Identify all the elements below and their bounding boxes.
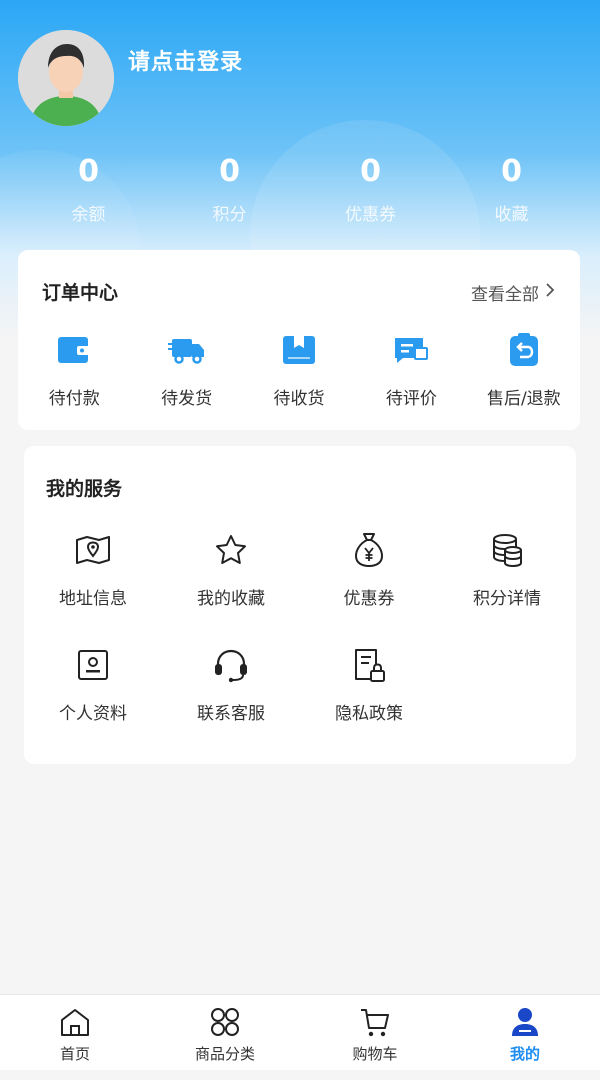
stat-value: 0 <box>501 154 522 189</box>
id-card-icon <box>73 645 113 685</box>
service-label: 地址信息 <box>59 589 127 609</box>
review-icon <box>391 330 431 370</box>
tab-home[interactable]: 首页 <box>0 995 150 1070</box>
headset-icon <box>211 645 251 685</box>
view-all-orders-link[interactable]: 查看全部 <box>471 280 555 305</box>
order-after-sales-refund[interactable]: 售后/退款 <box>468 330 580 420</box>
chevron-right-icon <box>545 282 555 303</box>
stat-balance[interactable]: 0 余额 <box>18 152 159 232</box>
category-grid-icon <box>208 1005 242 1039</box>
delivery-truck-icon <box>167 330 207 370</box>
tab-me[interactable]: 我的 <box>450 995 600 1070</box>
order-status-label: 售后/退款 <box>486 389 561 409</box>
document-lock-icon <box>349 645 389 685</box>
order-status-label: 待发货 <box>161 389 213 409</box>
service-address-info[interactable]: 地址信息 <box>24 530 162 609</box>
login-prompt[interactable]: 请点击登录 <box>128 44 243 76</box>
stat-points[interactable]: 0 积分 <box>159 152 300 232</box>
tab-categories[interactable]: 商品分类 <box>150 995 300 1070</box>
service-contact-support[interactable]: 联系客服 <box>162 645 300 724</box>
service-label: 积分详情 <box>473 589 541 609</box>
refund-icon <box>504 330 544 370</box>
user-avatar-icon[interactable] <box>18 30 114 126</box>
service-label: 隐私政策 <box>335 704 403 724</box>
my-services-title: 我的服务 <box>46 478 123 500</box>
cart-icon <box>358 1005 392 1039</box>
view-all-label: 查看全部 <box>471 285 539 305</box>
wallet-icon <box>54 330 94 370</box>
order-pending-receipt[interactable]: 待收货 <box>243 330 355 420</box>
service-personal-profile[interactable]: 个人资料 <box>24 645 162 724</box>
tab-label: 商品分类 <box>194 1045 255 1063</box>
stat-label: 积分 <box>212 205 247 225</box>
tab-label: 首页 <box>59 1045 90 1063</box>
stat-label: 优惠券 <box>345 205 396 225</box>
order-pending-payment[interactable]: 待付款 <box>18 330 130 420</box>
order-pending-shipment[interactable]: 待发货 <box>130 330 242 420</box>
service-label: 个人资料 <box>59 704 127 724</box>
home-icon <box>58 1005 92 1039</box>
coins-stack-icon <box>487 530 527 570</box>
service-coupons[interactable]: 优惠券 <box>300 530 438 609</box>
service-privacy-policy[interactable]: 隐私政策 <box>300 645 438 724</box>
order-center-title: 订单中心 <box>42 282 119 304</box>
stat-value: 0 <box>78 154 99 189</box>
service-my-favorites[interactable]: 我的收藏 <box>162 530 300 609</box>
stat-value: 0 <box>360 154 381 189</box>
stat-label: 收藏 <box>494 205 529 225</box>
order-pending-review[interactable]: 待评价 <box>355 330 467 420</box>
bottom-tab-bar: 首页 商品分类 购物车 我的 <box>0 994 600 1070</box>
services-grid: 地址信息 我的收藏 优惠券 积分详情 个人资料 联系客服 隐私政策 <box>24 530 576 724</box>
service-label: 优惠券 <box>343 589 395 609</box>
user-icon <box>508 1005 542 1039</box>
right-edge-strip <box>600 0 607 1080</box>
order-status-row: 待付款 待发货 待收货 待评价 售后/退款 <box>18 330 580 420</box>
stat-value: 0 <box>219 154 240 189</box>
stats-row: 0 余额 0 积分 0 优惠券 0 收藏 <box>18 152 582 232</box>
tab-label: 我的 <box>509 1045 540 1063</box>
service-label: 联系客服 <box>197 704 265 724</box>
stat-label: 余额 <box>71 205 106 225</box>
order-status-label: 待评价 <box>385 389 437 409</box>
tab-label: 购物车 <box>352 1045 398 1063</box>
stat-coupons[interactable]: 0 优惠券 <box>300 152 441 232</box>
stat-favorites[interactable]: 0 收藏 <box>441 152 582 232</box>
order-status-label: 待收货 <box>273 389 325 409</box>
star-icon <box>211 530 251 570</box>
package-icon <box>279 330 319 370</box>
tab-cart[interactable]: 购物车 <box>300 995 450 1070</box>
service-points-details[interactable]: 积分详情 <box>438 530 576 609</box>
order-status-label: 待付款 <box>48 389 100 409</box>
money-bag-icon <box>349 530 389 570</box>
map-pin-icon <box>73 530 113 570</box>
service-label: 我的收藏 <box>197 589 265 609</box>
